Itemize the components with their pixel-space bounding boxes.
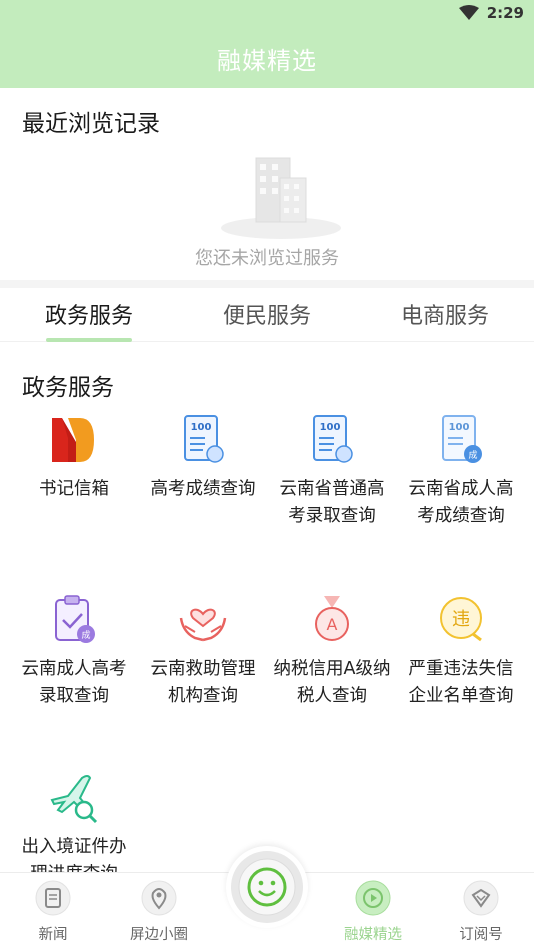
status-bar: 2:29 [0, 0, 534, 28]
svg-text:成: 成 [81, 629, 90, 641]
nav-item-circle[interactable]: 屏边小圈 [106, 879, 212, 944]
tab-convenience-service[interactable]: 便民服务 [178, 298, 356, 330]
medal-a-icon: A [315, 596, 349, 641]
service-tabs: 政务服务 便民服务 电商服务 [0, 288, 534, 342]
heart-hands-icon [179, 608, 227, 642]
page-content: 2:29 融媒精选 最近浏览记录 您还未浏览过服务 政务服务 便民服务 电商服务… [0, 0, 534, 872]
svg-text:100: 100 [320, 422, 341, 433]
page-title: 融媒精选 [217, 46, 317, 75]
mailbox-logo-icon [52, 418, 94, 462]
recent-section: 最近浏览记录 您还未浏览过服务 [0, 88, 534, 280]
nav-label: 融媒精选 [344, 927, 402, 943]
nav-item-featured[interactable]: 融媒精选 [320, 879, 426, 944]
nav-label: 新闻 [38, 927, 68, 943]
clipboard-check-icon: 成 [55, 595, 95, 643]
nav-item-subscription[interactable]: 订阅号 [428, 879, 534, 944]
service-item-label: 云南省普通高考录取查询 [279, 479, 385, 526]
empty-state-text: 您还未浏览过服务 [195, 248, 339, 269]
recent-title: 最近浏览记录 [22, 111, 160, 137]
violation-badge-icon: 违 [440, 597, 482, 642]
empty-buildings-icon [221, 157, 341, 239]
svg-text:成: 成 [468, 449, 477, 461]
tab-ecommerce-service[interactable]: 电商服务 [356, 298, 534, 330]
score-report-icon: 100 [184, 415, 224, 463]
service-item-label: 出入境证件办理进度查询 [21, 837, 127, 872]
app-bar: 融媒精选 [0, 28, 534, 88]
service-item-label: 云南省成人高考成绩查询 [408, 479, 514, 526]
service-item-secretary-mailbox[interactable]: 书记信箱 [10, 412, 138, 503]
service-item-label: 高考成绩查询 [150, 479, 256, 499]
service-item-label: 云南救助管理机构查询 [150, 659, 256, 706]
play-icon [355, 880, 391, 916]
nav-item-news[interactable]: 新闻 [0, 879, 106, 944]
service-item-label: 严重违法失信企业名单查询 [408, 659, 514, 706]
svg-text:A: A [327, 615, 338, 634]
service-item-gaokao-score[interactable]: 100 高考成绩查询 [139, 412, 267, 503]
service-item-exit-entry[interactable]: 出入境证件办理进度查询 [10, 770, 138, 872]
service-item-label: 云南成人高考录取查询 [21, 659, 127, 706]
status-time: 2:29 [486, 4, 524, 22]
subscription-icon [463, 880, 499, 916]
admission-report-icon: 100 [313, 415, 353, 463]
service-item-tax-credit[interactable]: A 纳税信用A级纳税人查询 [268, 592, 396, 710]
nav-label: 订阅号 [459, 927, 503, 943]
adult-score-icon: 100 成 [442, 415, 482, 463]
svg-text:违: 违 [452, 609, 470, 630]
location-pin-icon [141, 880, 177, 916]
nav-label: 屏边小圈 [130, 927, 188, 943]
service-item-violation-list[interactable]: 违 严重违法失信企业名单查询 [397, 592, 525, 710]
divider [0, 280, 534, 288]
center-action-button[interactable] [226, 846, 308, 942]
service-item-rescue-agency[interactable]: 云南救助管理机构查询 [139, 592, 267, 710]
plane-search-icon [50, 775, 98, 824]
tab-gov-service[interactable]: 政务服务 [0, 298, 178, 330]
news-icon [35, 880, 71, 916]
gov-section-title: 政务服务 [22, 375, 114, 401]
service-item-label: 书记信箱 [39, 479, 109, 499]
wifi-icon [458, 5, 479, 20]
svg-text:100: 100 [191, 422, 212, 433]
service-item-label: 纳税信用A级纳税人查询 [273, 659, 391, 706]
tab-active-indicator [46, 338, 132, 342]
svg-text:100: 100 [449, 422, 470, 433]
service-item-adult-admission[interactable]: 成 云南成人高考录取查询 [10, 592, 138, 710]
service-item-gaokao-admission[interactable]: 100 云南省普通高考录取查询 [268, 412, 396, 530]
smiley-icon [231, 851, 303, 923]
service-item-adult-score[interactable]: 100 成 云南省成人高考成绩查询 [397, 412, 525, 530]
